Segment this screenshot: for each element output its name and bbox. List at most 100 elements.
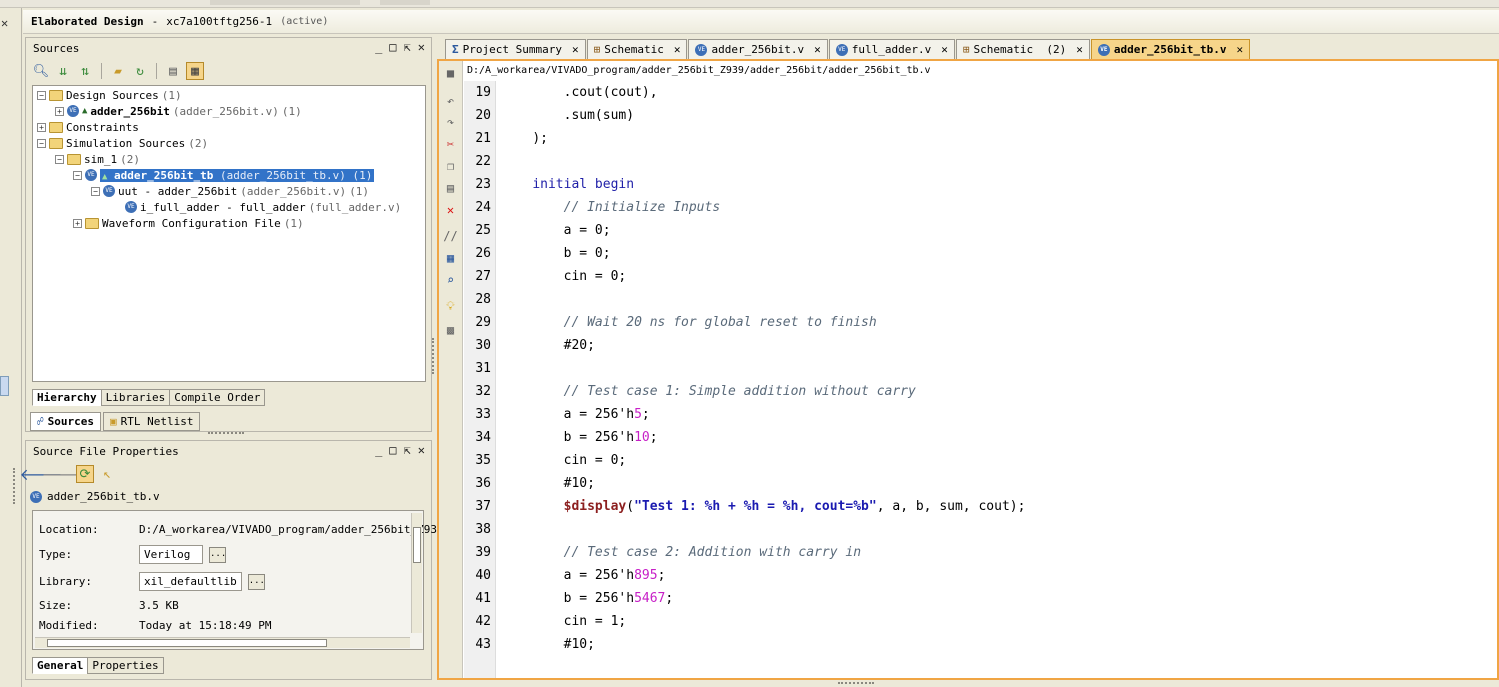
tab-general[interactable]: General [32, 657, 89, 674]
select-block-icon[interactable]: ▦ [443, 251, 458, 266]
sources-tab-icon: ☍ [37, 415, 44, 428]
left-edge-strip: ✕ [0, 8, 22, 687]
cut-icon[interactable]: ✂ [443, 137, 458, 152]
close-icon[interactable]: ✕ [1, 16, 8, 30]
forward-arrow-icon[interactable]: 🡒 [42, 465, 85, 484]
properties-icon[interactable]: ▤ [164, 62, 182, 80]
close-tab-icon[interactable]: ✕ [814, 43, 821, 56]
horizontal-scrollbar[interactable] [35, 637, 410, 648]
expand-icon[interactable]: + [37, 122, 46, 132]
code-line: b = 256'h10; [563, 430, 658, 445]
comment-icon[interactable]: // [443, 229, 458, 244]
code-area[interactable]: .cout(cout), .sum(sum) ); initial begin … [501, 81, 1491, 678]
show-hierarchy-icon[interactable]: ▦ [186, 62, 204, 80]
sync-icon[interactable]: ⟳ [76, 465, 94, 483]
add-sources-icon[interactable]: ▰ [109, 62, 127, 80]
close-tab-icon[interactable]: ✕ [572, 43, 579, 56]
splitter-handle[interactable] [432, 338, 435, 374]
vertical-scrollbar[interactable] [411, 513, 422, 633]
tab-adder-256bit-tb-v[interactable]: VE adder_256bit_tb.v ✕ [1090, 39, 1251, 59]
tab-properties[interactable]: Properties [87, 657, 164, 674]
properties-title: Source File Properties [33, 444, 179, 458]
tab-full-adder-v[interactable]: VE full_adder.v ✕ [828, 39, 955, 59]
tree-count: (1) [352, 168, 373, 182]
tree-label: adder_256bit_tb [114, 168, 214, 182]
redo-icon[interactable]: ↷ [443, 115, 458, 130]
copy-icon[interactable]: ❐ [443, 159, 458, 174]
paste-icon[interactable]: ▤ [443, 181, 458, 196]
splitter-handle[interactable] [838, 682, 874, 685]
float-icon[interactable]: ⇱ [404, 443, 411, 457]
folder-icon [49, 89, 63, 101]
language-templates-icon[interactable]: ▩ [443, 323, 458, 338]
browse-button[interactable]: ... [209, 546, 226, 563]
expand-icon[interactable]: + [73, 218, 82, 228]
tab-rtl-netlist[interactable]: ▣ RTL Netlist [102, 412, 201, 431]
delete-icon[interactable]: ✕ [443, 203, 458, 218]
minimize-icon[interactable]: _ [375, 443, 382, 457]
tab-schematic[interactable]: ⊞ Schematic ✕ [586, 39, 688, 59]
close-tab-icon[interactable]: ✕ [1076, 43, 1083, 56]
search-icon[interactable]: 🔍︎ [32, 62, 50, 80]
tree-sim-1[interactable]: − sim_1 (2) [55, 151, 140, 167]
tab-sources[interactable]: ☍ Sources [30, 412, 101, 431]
prop-location: Location: D:/A_workarea/VIVADO_program/a… [39, 523, 444, 536]
tab-libraries[interactable]: Libraries [100, 389, 171, 406]
splitter-handle[interactable] [208, 432, 244, 435]
line-number: 33 [475, 407, 491, 422]
close-icon[interactable]: ✕ [418, 40, 425, 54]
tab-hierarchy[interactable]: Hierarchy [32, 389, 102, 406]
find-replace-icon[interactable]: ⌕ [443, 273, 458, 288]
close-tab-icon[interactable]: ✕ [1236, 43, 1243, 56]
tree-design-sources[interactable]: − Design Sources (1) [37, 87, 182, 103]
tab-schematic-2[interactable]: ⊞ Schematic (2) ✕ [955, 39, 1090, 59]
close-tab-icon[interactable]: ✕ [941, 43, 948, 56]
tree-uut[interactable]: − VE uut - adder_256bit (adder_256bit.v)… [91, 183, 369, 199]
browse-button[interactable]: ... [247, 573, 265, 590]
expand-all-icon[interactable]: ⇅ [76, 62, 94, 80]
collapse-icon[interactable]: − [73, 170, 82, 180]
tree-constraints[interactable]: + Constraints [37, 119, 139, 135]
collapse-icon[interactable]: − [37, 90, 46, 100]
minimize-icon[interactable]: _ [375, 40, 382, 54]
code-line: #10; [563, 637, 595, 652]
collapse-icon[interactable]: − [91, 186, 100, 196]
code-line: // Wait 20 ns for global reset to finish [563, 315, 877, 330]
code-line: initial begin [532, 177, 635, 192]
tree-i-full-adder[interactable]: VE i_full_adder - full_adder (full_adder… [125, 199, 401, 215]
save-icon[interactable]: ■ [443, 66, 458, 81]
code-line: .sum(sum) [563, 108, 635, 123]
collapse-icon[interactable]: − [37, 138, 46, 148]
prop-value: Today at 15:18:49 PM [139, 619, 272, 632]
splitter-handle[interactable] [13, 468, 16, 504]
line-number: 35 [475, 453, 491, 468]
code-line: #20; [563, 338, 595, 353]
collapse-all-icon[interactable]: ⇊ [54, 62, 72, 80]
close-tab-icon[interactable]: ✕ [674, 43, 681, 56]
tree-waveform-config[interactable]: + Waveform Configuration File (1) [73, 215, 304, 231]
pointer-icon[interactable]: ↖ [98, 465, 116, 483]
float-icon[interactable]: ⇱ [404, 40, 411, 54]
maximize-icon[interactable]: □ [389, 40, 396, 54]
code-line: cin = 1; [563, 614, 627, 629]
line-number: 23 [475, 177, 491, 192]
tab-project-summary[interactable]: Σ Project Summary ✕ [445, 39, 586, 59]
tab-compile-order[interactable]: Compile Order [169, 389, 266, 406]
lightbulb-icon[interactable]: 💡︎ [443, 299, 458, 314]
source-file-properties-panel: Source File Properties _ □ ⇱ ✕ 🡐 🡒 ⟳ ↖ V… [20, 440, 444, 680]
line-number: 36 [475, 476, 491, 491]
undo-icon[interactable]: ↶ [443, 94, 458, 109]
tree-adder-256bit-tb[interactable]: − VE ▲ adder_256bit_tb (adder_256bit_tb.… [73, 167, 375, 183]
expand-icon[interactable]: + [55, 106, 64, 116]
sources-header: Sources _ □ ⇱ ✕ [26, 38, 431, 58]
maximize-icon[interactable]: □ [389, 443, 396, 457]
collapse-icon[interactable]: − [55, 154, 64, 164]
side-marker[interactable] [0, 376, 9, 396]
refresh-icon[interactable]: ↻ [131, 62, 149, 80]
close-icon[interactable]: ✕ [418, 443, 425, 457]
tab-adder-256bit-v[interactable]: VE adder_256bit.v ✕ [688, 39, 828, 59]
line-number: 42 [475, 614, 491, 629]
line-number: 29 [475, 315, 491, 330]
tree-adder-256bit[interactable]: + VE ▲ adder_256bit (adder_256bit.v) (1) [55, 103, 302, 119]
tree-simulation-sources[interactable]: − Simulation Sources (2) [37, 135, 208, 151]
